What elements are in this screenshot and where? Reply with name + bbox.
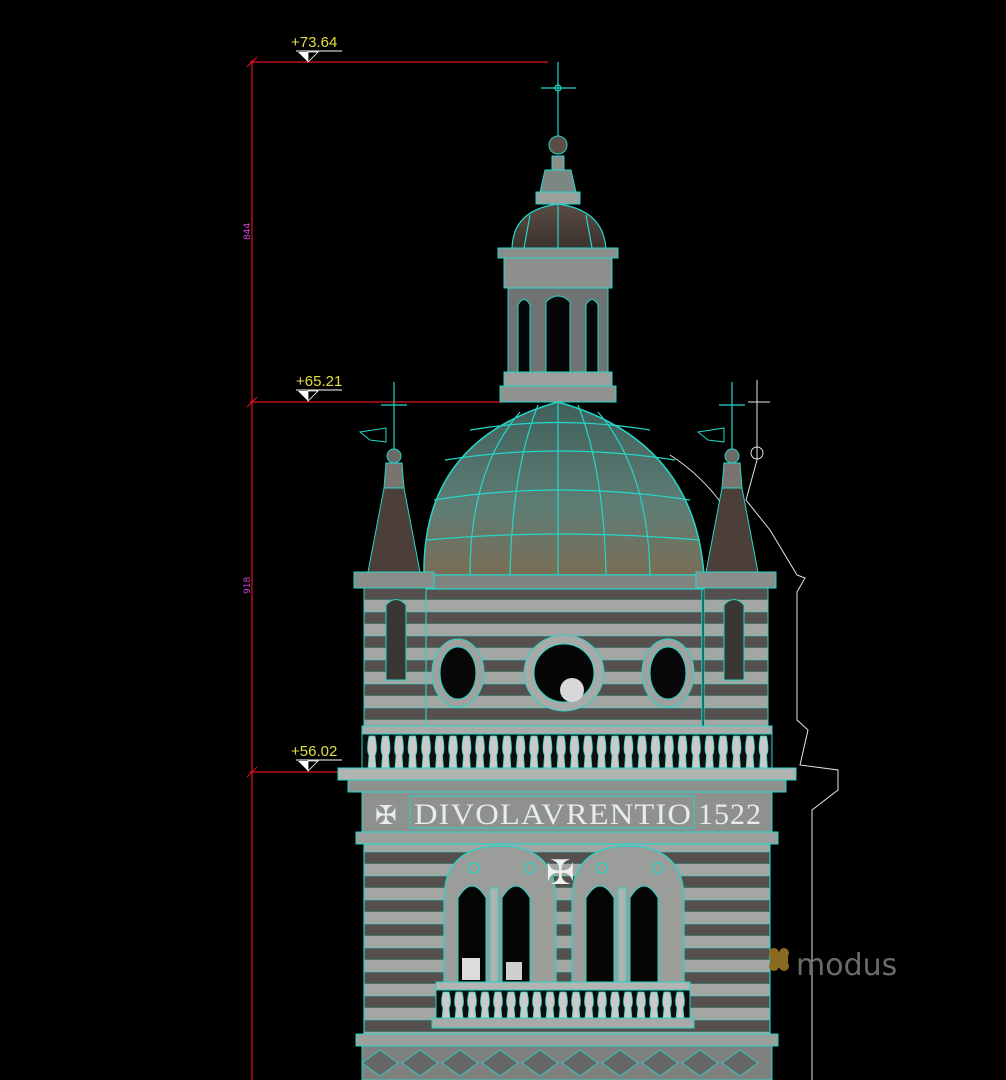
logo-puzzle-icon [769,948,789,971]
baluster [597,991,607,1019]
baluster [367,735,377,769]
elevation-label: +56.02 [291,743,337,760]
upper-balustrade [337,725,797,793]
baluster [519,991,529,1019]
baluster [421,735,431,769]
belfry-level: ✠ [355,843,779,1080]
dimension-label-upper: 844 [243,223,253,240]
baluster [532,991,542,1019]
baluster [623,991,633,1019]
baluster [662,991,672,1019]
baluster [675,991,685,1019]
baluster [691,735,701,769]
baluster [506,991,516,1019]
baluster [637,735,647,769]
baluster [467,991,477,1019]
baluster [650,735,661,769]
right-pinnacle [695,382,777,729]
baluster [394,735,404,769]
baluster [649,991,659,1019]
baluster [571,991,581,1019]
elevation-marker-bottom: +56.02 [291,743,342,772]
baluster [636,991,646,1019]
elevation-label: +73.64 [291,34,337,51]
baluster [448,735,458,769]
baluster [502,735,512,769]
dome-drum [425,588,703,730]
baluster [745,735,755,769]
baluster [758,735,769,769]
lantern-finial [535,62,581,205]
baluster [515,735,526,769]
cross-glyph-left: ✠ [375,801,397,830]
baluster [461,735,472,769]
baluster [434,735,445,769]
baluster [610,991,620,1019]
main-dome [419,401,709,590]
baluster [380,735,391,769]
baluster [718,735,728,769]
baluster [488,735,499,769]
lantern-cap [497,203,619,259]
baluster [677,735,688,769]
baluster [441,991,451,1019]
baluster [583,735,593,769]
baluster [493,991,503,1019]
elevation-marker-middle: +65.21 [296,373,342,402]
lantern-body [499,257,617,403]
baluster [596,735,607,769]
modus-logo: modus [769,948,897,983]
baluster [480,991,490,1019]
baluster [584,991,594,1019]
left-pinnacle [353,382,435,729]
baluster [623,735,634,769]
baluster [545,991,555,1019]
baluster [664,735,674,769]
inscription-frieze: ✠ DIVOLAVRENTIO 1522 [355,791,779,845]
logo-text: modus [796,948,897,983]
baluster [569,735,580,769]
baluster [475,735,485,769]
baluster [542,735,553,769]
baluster [610,735,620,769]
baluster [558,991,568,1019]
tower-elevation-drawing: +73.64 +65.21 +56.02 844 918 ✠ DIVOLAVRE… [243,34,897,1080]
baluster [556,735,566,769]
cross-glyph-center: ✠ [546,853,575,893]
baluster [731,735,742,769]
elevation-label: +65.21 [296,373,342,390]
inscription-year: 1522 [698,798,762,831]
inscription-text: DIVOLAVRENTIO [414,798,692,831]
baluster [454,991,464,1019]
elevation-marker-top: +73.64 [291,34,342,63]
baluster [529,735,539,769]
dimension-label-lower: 918 [243,577,253,594]
baluster [407,735,418,769]
baluster [704,735,715,769]
